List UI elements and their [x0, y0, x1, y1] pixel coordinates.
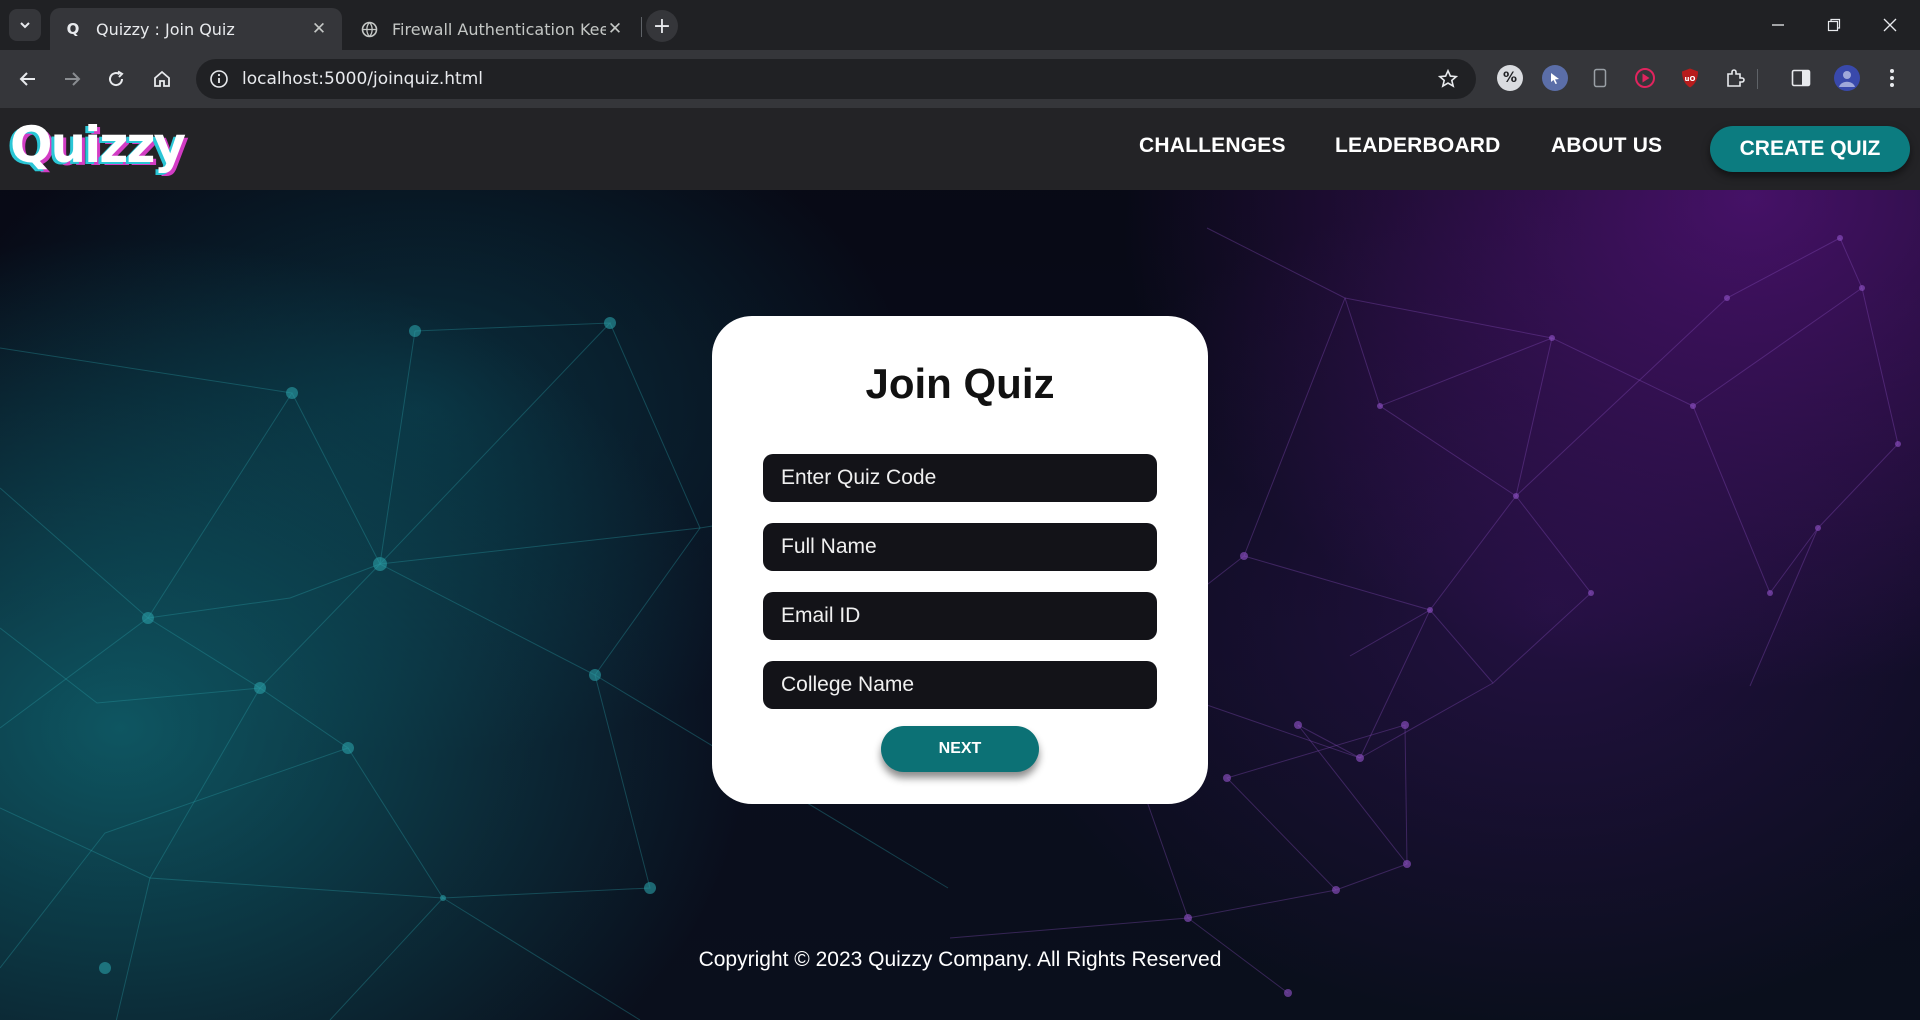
mobile-device-icon[interactable] — [1587, 65, 1613, 91]
tab-title: Quizzy : Join Quiz — [96, 19, 235, 39]
ublock-shield-icon[interactable]: uO — [1677, 65, 1703, 91]
globe-icon — [360, 20, 378, 38]
back-arrow-icon[interactable] — [12, 63, 44, 95]
card-title: Join Quiz — [865, 360, 1055, 407]
side-panel-icon[interactable] — [1788, 65, 1814, 91]
tab-separator — [641, 17, 642, 37]
minimize-icon[interactable] — [1750, 0, 1806, 50]
bookmark-star-icon[interactable] — [1432, 69, 1464, 89]
browser-toolbar: localhost:5000/joinquiz.html % uO — [0, 50, 1920, 108]
kebab-menu-icon[interactable] — [1879, 65, 1905, 91]
join-quiz-card: Join Quiz NEXT — [712, 316, 1208, 804]
quizzy-favicon-icon: Q — [66, 20, 80, 38]
chevron-down-icon — [20, 22, 30, 29]
tab-search-button[interactable] — [9, 9, 41, 41]
quizzy-logo[interactable]: Quizzy — [10, 116, 186, 174]
nav-link-about-us[interactable]: ABOUT US — [1551, 134, 1662, 158]
home-icon[interactable] — [146, 63, 178, 95]
email-id-input[interactable] — [763, 592, 1157, 640]
play-extension-icon[interactable] — [1632, 65, 1658, 91]
restore-icon[interactable] — [1806, 0, 1862, 50]
tab-firewall-auth[interactable]: Firewall Authentication Keepalive ✕ — [346, 8, 638, 50]
create-quiz-button[interactable]: CREATE QUIZ — [1710, 126, 1910, 172]
cursor-extension-icon[interactable] — [1542, 65, 1568, 91]
address-bar[interactable]: localhost:5000/joinquiz.html — [196, 59, 1476, 99]
site-info-icon[interactable] — [208, 68, 230, 90]
site-navbar: Quizzy CHALLENGES LEADERBOARD ABOUT US C… — [0, 108, 1920, 190]
percent-extension-icon[interactable]: % — [1497, 65, 1523, 91]
browser-tab-strip: Q Quizzy : Join Quiz ✕ Firewall Authenti… — [0, 0, 1920, 50]
forward-arrow-icon[interactable] — [56, 63, 88, 95]
next-button[interactable]: NEXT — [881, 726, 1039, 772]
nav-link-challenges[interactable]: CHALLENGES — [1139, 134, 1286, 158]
close-tab-icon[interactable]: ✕ — [606, 19, 624, 39]
svg-text:uO: uO — [1685, 75, 1696, 83]
close-tab-icon[interactable]: ✕ — [310, 19, 328, 39]
join-quiz-page: Quizzy CHALLENGES LEADERBOARD ABOUT US C… — [0, 108, 1920, 1020]
quiz-code-input[interactable] — [763, 454, 1157, 502]
url-text[interactable]: localhost:5000/joinquiz.html — [242, 69, 1432, 89]
toolbar-separator — [1757, 69, 1758, 89]
close-window-icon[interactable] — [1862, 0, 1918, 50]
reload-icon[interactable] — [100, 63, 132, 95]
nav-link-leaderboard[interactable]: LEADERBOARD — [1335, 134, 1501, 158]
profile-avatar[interactable] — [1834, 65, 1860, 91]
full-name-input[interactable] — [763, 523, 1157, 571]
college-name-input[interactable] — [763, 661, 1157, 709]
extensions-puzzle-icon[interactable] — [1722, 65, 1748, 91]
tab-quizzy-join-quiz[interactable]: Q Quizzy : Join Quiz ✕ — [50, 8, 342, 50]
new-tab-button[interactable]: + — [646, 10, 678, 42]
tab-title: Firewall Authentication Keepalive — [392, 19, 606, 39]
copyright-footer: Copyright © 2023 Quizzy Company. All Rig… — [698, 948, 1222, 971]
